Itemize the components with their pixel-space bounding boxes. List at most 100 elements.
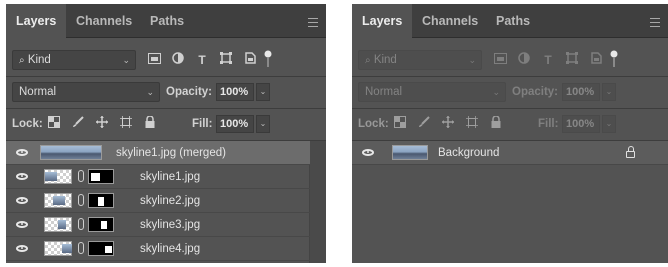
adjustment-filter-icon[interactable] [170, 52, 186, 68]
filter-toggle-icon[interactable] [606, 50, 622, 67]
layer-name: skyline1.jpg (merged) [116, 147, 226, 159]
lock-image-pixels-icon[interactable] [416, 116, 432, 132]
mask-link-icon[interactable] [78, 194, 84, 206]
lock-position-icon[interactable] [440, 116, 456, 132]
shape-filter-icon[interactable] [564, 52, 580, 68]
layers-scrollbar[interactable] [309, 141, 326, 263]
lock-label: Lock: [12, 118, 43, 130]
lock-artboard-icon[interactable] [464, 116, 480, 132]
filter-row: ⌕ Kind ⌄ T [352, 50, 668, 78]
filter-kind-dropdown[interactable]: ⌕ Kind ⌄ [358, 50, 482, 70]
shape-filter-icon[interactable] [218, 52, 234, 68]
tab-layers[interactable]: Layers [6, 4, 67, 39]
layer-thumbnail [44, 193, 72, 208]
fill-dropdown-button[interactable]: ⌄ [602, 115, 616, 133]
layer-name: skyline2.jpg [140, 195, 201, 207]
visibility-eye-icon[interactable] [16, 173, 28, 180]
layer-name: skyline4.jpg [140, 243, 201, 255]
blend-mode-dropdown[interactable]: Normal ⌄ [358, 82, 506, 102]
lock-row: Lock: Fill: 100% ⌄ [352, 114, 668, 142]
layer-thumbnail [44, 241, 72, 256]
lock-position-icon[interactable] [94, 116, 110, 132]
divider [352, 76, 668, 77]
panel-menu-icon[interactable] [308, 18, 318, 27]
chevron-down-icon: ⌄ [492, 87, 500, 97]
mask-link-icon[interactable] [78, 242, 84, 254]
layer-name: skyline1.jpg [140, 171, 201, 183]
visibility-eye-icon[interactable] [16, 197, 28, 204]
filter-kind-dropdown[interactable]: ⌕ Kind ⌄ [12, 50, 136, 70]
layer-thumbnail [44, 217, 72, 232]
panel-menu-icon[interactable] [650, 18, 660, 27]
smart-object-filter-icon[interactable] [588, 52, 604, 68]
layer-name: Background [438, 147, 500, 159]
tab-paths[interactable]: Paths [140, 4, 194, 38]
filter-kind-label: Kind [27, 54, 51, 66]
visibility-eye-icon[interactable] [16, 245, 28, 252]
tab-paths[interactable]: Paths [486, 4, 540, 38]
opacity-input[interactable]: 100% [216, 83, 254, 101]
chevron-down-icon: ⌄ [146, 87, 154, 97]
fill-label: Fill: [192, 118, 213, 130]
fill-dropdown-button[interactable]: ⌄ [256, 115, 270, 133]
layer-lock-icon[interactable] [626, 146, 635, 158]
fill-label: Fill: [538, 118, 559, 130]
chevron-down-icon: ⌄ [468, 55, 476, 65]
lock-row: Lock: Fill: 100% ⌄ [6, 114, 326, 142]
smart-object-filter-icon[interactable] [242, 52, 258, 68]
layer-name: skyline3.jpg [140, 219, 201, 231]
filter-kind-label: Kind [373, 54, 397, 66]
opacity-dropdown-button[interactable]: ⌄ [602, 83, 616, 101]
layer-thumbnail [392, 145, 428, 160]
adjustment-filter-icon[interactable] [516, 52, 532, 68]
tab-channels[interactable]: Channels [66, 4, 142, 38]
blend-mode-value: Normal [365, 86, 403, 98]
tab-layers[interactable]: Layers [352, 4, 413, 39]
visibility-eye-icon[interactable] [16, 149, 28, 156]
opacity-dropdown-button[interactable]: ⌄ [256, 83, 270, 101]
lock-transparent-pixels-icon[interactable] [392, 116, 408, 132]
filter-toggle-icon[interactable] [260, 50, 276, 67]
blend-row: Normal ⌄ Opacity: 100% ⌄ [352, 82, 668, 110]
type-filter-icon[interactable]: T [194, 52, 210, 68]
search-icon: ⌕ [19, 55, 25, 66]
panel-tab-bar: Layers Channels Paths [6, 4, 326, 39]
mask-link-icon[interactable] [78, 170, 84, 182]
lock-artboard-icon[interactable] [118, 116, 134, 132]
chevron-down-icon: ⌄ [122, 55, 130, 65]
image-filter-icon[interactable] [146, 52, 162, 68]
lock-label: Lock: [358, 118, 389, 130]
lock-image-pixels-icon[interactable] [70, 116, 86, 132]
visibility-eye-icon[interactable] [16, 221, 28, 228]
layers-panel-right: Layers Channels Paths ⌕ Kind ⌄ T Normal [352, 4, 668, 263]
layer-row[interactable]: skyline1.jpg (merged) [6, 141, 310, 165]
opacity-label: Opacity: [512, 86, 559, 98]
divider [6, 108, 326, 109]
layer-thumbnail [44, 169, 72, 184]
visibility-eye-icon[interactable] [362, 149, 374, 156]
lock-all-icon[interactable] [488, 115, 504, 132]
blend-row: Normal ⌄ Opacity: 100% ⌄ [6, 82, 326, 110]
filter-row: ⌕ Kind ⌄ T [6, 50, 326, 78]
layer-row[interactable]: skyline3.jpg [6, 213, 310, 237]
lock-transparent-pixels-icon[interactable] [46, 116, 62, 132]
layer-row[interactable]: skyline1.jpg [6, 165, 310, 189]
opacity-input[interactable]: 100% [562, 83, 600, 101]
layer-mask-thumbnail[interactable] [88, 169, 114, 184]
blend-mode-dropdown[interactable]: Normal ⌄ [12, 82, 160, 102]
search-icon: ⌕ [365, 55, 371, 66]
tab-channels[interactable]: Channels [412, 4, 488, 38]
lock-all-icon[interactable] [142, 115, 158, 132]
layer-mask-thumbnail[interactable] [88, 217, 114, 232]
fill-input[interactable]: 100% [562, 115, 600, 133]
layer-row[interactable]: skyline2.jpg [6, 189, 310, 213]
layer-mask-thumbnail[interactable] [88, 193, 114, 208]
mask-link-icon[interactable] [78, 218, 84, 230]
divider [6, 76, 326, 77]
layer-row[interactable]: Background [352, 141, 668, 165]
layer-row[interactable]: skyline4.jpg [6, 237, 310, 261]
type-filter-icon[interactable]: T [540, 52, 556, 68]
image-filter-icon[interactable] [492, 52, 508, 68]
layer-mask-thumbnail[interactable] [88, 241, 114, 256]
fill-input[interactable]: 100% [216, 115, 254, 133]
